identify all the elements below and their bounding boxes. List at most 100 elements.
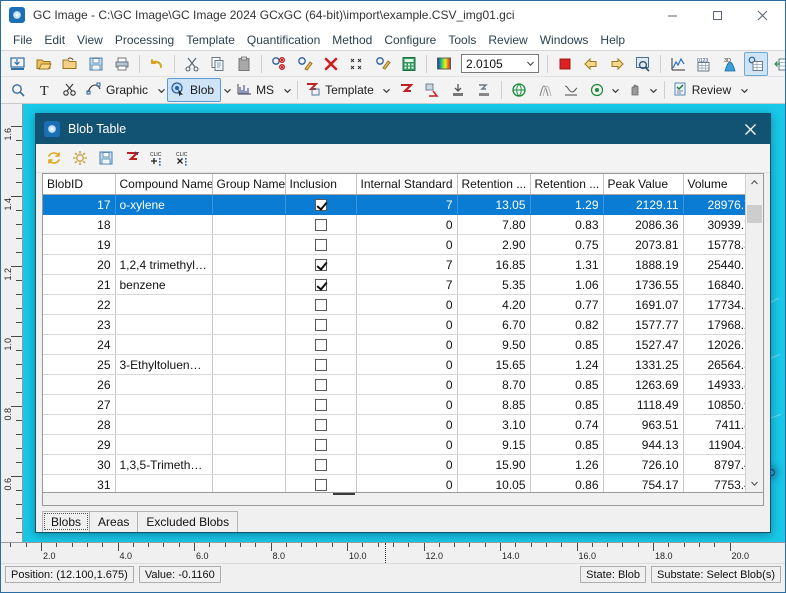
cell-group-name[interactable] [212, 395, 285, 415]
cell-inclusion[interactable] [285, 215, 356, 235]
table-row[interactable]: 2909.150.85944.1311904.32 [43, 435, 745, 455]
inclusion-checkbox[interactable] [315, 259, 327, 271]
menu-file[interactable]: File [7, 31, 38, 49]
cell-volume[interactable]: 17734.26 [683, 295, 745, 315]
column-header-peak-value[interactable]: Peak Value [603, 174, 683, 195]
cell-internal-standard[interactable]: 0 [356, 295, 457, 315]
import-image-icon[interactable] [6, 52, 30, 76]
menu-template[interactable]: Template [180, 31, 241, 49]
inclusion-checkbox[interactable] [315, 359, 327, 371]
cell-blobid[interactable]: 22 [43, 295, 115, 315]
table-row[interactable]: 301,3,5-Trimethyl...015.901.26726.108797… [43, 455, 745, 475]
target-icon[interactable] [585, 78, 609, 102]
cell-retention-2[interactable]: 1.24 [530, 355, 603, 375]
stop-icon[interactable] [553, 52, 577, 76]
cell-retention-2[interactable]: 1.31 [530, 255, 603, 275]
cell-compound-name[interactable]: o-xylene [115, 195, 212, 215]
print-icon[interactable] [110, 52, 134, 76]
cell-blobid[interactable]: 24 [43, 335, 115, 355]
cell-internal-standard[interactable]: 7 [356, 195, 457, 215]
cell-group-name[interactable] [212, 315, 285, 335]
cell-inclusion[interactable] [285, 395, 356, 415]
table-row[interactable]: 2708.850.851118.4910850.90 [43, 395, 745, 415]
cell-compound-name[interactable] [115, 295, 212, 315]
cell-retention-1[interactable]: 9.15 [457, 435, 530, 455]
hscrollbar-thumb[interactable] [44, 494, 760, 504]
minimize-button[interactable] [650, 1, 695, 29]
blob-tool-group[interactable]: Blob [167, 78, 221, 102]
settings-icon[interactable] [68, 146, 92, 170]
blob-table-icon[interactable] [744, 52, 768, 76]
cell-peak-value[interactable]: 944.13 [603, 435, 683, 455]
tab-blobs[interactable]: Blobs [42, 511, 90, 532]
cell-volume[interactable]: 26564.32 [683, 355, 745, 375]
scissors-blob-icon[interactable] [58, 78, 82, 102]
cell-retention-1[interactable]: 4.20 [457, 295, 530, 315]
cell-inclusion[interactable] [285, 375, 356, 395]
cell-retention-2[interactable]: 1.29 [530, 195, 603, 215]
cell-internal-standard[interactable]: 0 [356, 375, 457, 395]
cell-compound-name[interactable] [115, 415, 212, 435]
table-vertical-scrollbar[interactable] [745, 174, 763, 492]
inclusion-checkbox[interactable] [315, 299, 327, 311]
close-button[interactable] [740, 1, 785, 29]
template-icon[interactable] [120, 146, 144, 170]
ms-dropdown-icon[interactable] [281, 86, 293, 95]
scroll-up-icon[interactable] [746, 174, 763, 191]
scrollbar-thumb[interactable] [747, 205, 762, 223]
maximize-button[interactable] [695, 1, 740, 29]
inclusion-checkbox[interactable] [315, 339, 327, 351]
template-export-icon[interactable] [472, 78, 496, 102]
inclusion-checkbox[interactable] [315, 219, 327, 231]
cell-volume[interactable]: 11904.32 [683, 435, 745, 455]
cell-blobid[interactable]: 25 [43, 355, 115, 375]
cell-volume[interactable]: 8797.44 [683, 455, 745, 475]
compare-peaks-icon[interactable] [533, 78, 557, 102]
search-icon[interactable] [6, 78, 30, 102]
cell-volume[interactable]: 28976.71 [683, 195, 745, 215]
save-icon[interactable] [84, 52, 108, 76]
menu-review[interactable]: Review [482, 31, 533, 49]
cell-retention-1[interactable]: 10.05 [457, 475, 530, 493]
menu-help[interactable]: Help [594, 31, 631, 49]
column-header-volume[interactable]: Volume [683, 174, 745, 195]
cell-volume[interactable]: 30939.76 [683, 215, 745, 235]
cell-retention-1[interactable]: 6.70 [457, 315, 530, 335]
cell-internal-standard[interactable]: 7 [356, 255, 457, 275]
cell-inclusion[interactable] [285, 355, 356, 375]
cell-internal-standard[interactable]: 0 [356, 315, 457, 335]
ms-tool-group[interactable]: MS [233, 78, 281, 102]
hand-icon[interactable] [623, 78, 647, 102]
cell-volume[interactable]: 16840.15 [683, 275, 745, 295]
target-dropdown-icon[interactable] [610, 86, 622, 95]
cell-compound-name[interactable] [115, 435, 212, 455]
open-folder-icon[interactable] [32, 52, 56, 76]
cell-blobid[interactable]: 21 [43, 275, 115, 295]
table-row[interactable]: 21benzene75.351.061736.5516840.15 [43, 275, 745, 295]
inclusion-checkbox[interactable] [315, 239, 327, 251]
dialog-close-button[interactable] [730, 114, 770, 144]
inclusion-checkbox[interactable] [315, 399, 327, 411]
delete-blob-icon[interactable] [319, 52, 343, 76]
zoom-region-icon[interactable] [631, 52, 655, 76]
cell-compound-name[interactable] [115, 375, 212, 395]
menu-configure[interactable]: Configure [378, 31, 442, 49]
inclusion-checkbox[interactable] [315, 379, 327, 391]
cell-blobid[interactable]: 27 [43, 395, 115, 415]
cell-blobid[interactable]: 23 [43, 315, 115, 335]
menu-quantification[interactable]: Quantification [241, 31, 326, 49]
inclusion-checkbox[interactable] [315, 479, 327, 491]
column-header-compound-name[interactable]: Compound Name [115, 174, 212, 195]
cell-internal-standard[interactable]: 0 [356, 235, 457, 255]
cell-group-name[interactable] [212, 355, 285, 375]
table-row[interactable]: 17o-xylene713.051.292129.1128976.71 [43, 195, 745, 215]
template-tool-group[interactable]: Template [302, 78, 381, 102]
table-row[interactable]: 2204.200.771691.0717734.26 [43, 295, 745, 315]
table-row[interactable]: 1807.800.832086.3630939.76 [43, 215, 745, 235]
cell-compound-name[interactable]: 1,3,5-Trimethyl... [115, 455, 212, 475]
cell-internal-standard[interactable]: 0 [356, 455, 457, 475]
text-tool-icon[interactable]: T [32, 78, 56, 102]
cell-retention-1[interactable]: 5.35 [457, 275, 530, 295]
cell-peak-value[interactable]: 754.17 [603, 475, 683, 493]
scrollbar-track[interactable] [746, 191, 763, 475]
